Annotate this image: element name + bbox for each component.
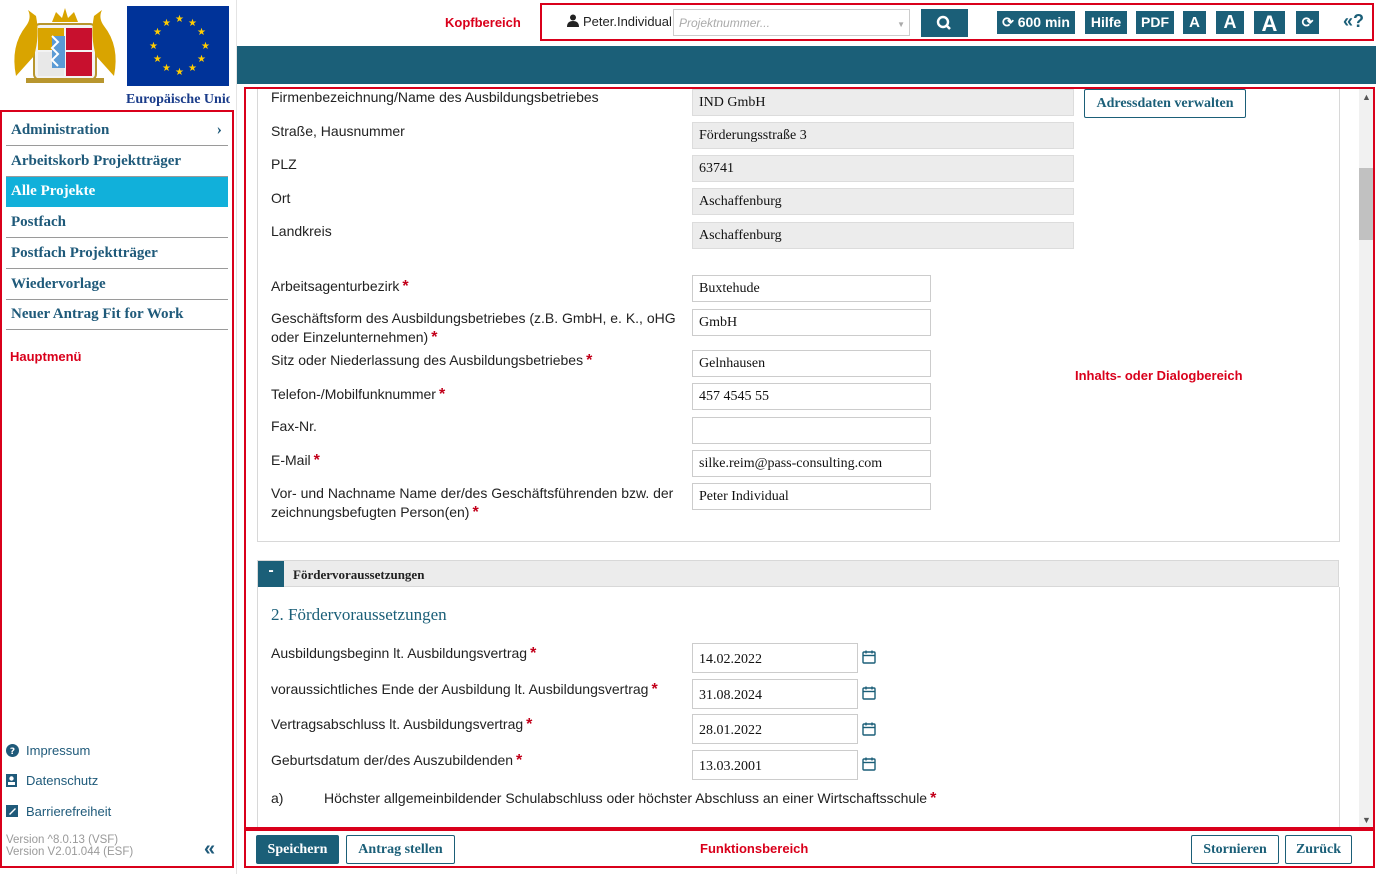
sidebar-item-label: Postfach Projektträger (11, 245, 158, 261)
chevron-down-icon: ▼ (897, 20, 905, 29)
sidebar-item-label: Postfach (11, 214, 66, 230)
content-annotation-frame (244, 87, 1375, 829)
sidebar-item-postfach[interactable]: Postfach (6, 208, 228, 238)
refresh-icon: ⟳ (1301, 14, 1314, 30)
header-annotation: Kopfbereich (445, 15, 521, 30)
sidebar-item-label: Alle Projekte (11, 183, 96, 199)
sidebar-item-label: Neuer Antrag Fit for Work (11, 306, 184, 322)
user-badge-icon (6, 774, 17, 787)
navigation-bar (237, 46, 1376, 84)
svg-text:★: ★ (162, 18, 171, 29)
sidebar-item-label: Arbeitskorb Projektträger (11, 153, 182, 169)
svg-text:★: ★ (153, 27, 162, 38)
sidebar-item-arbeitskorb[interactable]: Arbeitskorb Projektträger (6, 147, 228, 177)
function-annotation: Funktionsbereich (700, 841, 809, 856)
svg-text:★: ★ (175, 67, 184, 78)
pdf-button[interactable]: PDF (1136, 11, 1174, 34)
help-toggle-icon[interactable]: «? (1343, 11, 1364, 32)
header: Kopfbereich Peter.Individual Projektnumm… (237, 0, 1376, 46)
sidebar-item-postfach-projekttraeger[interactable]: Postfach Projektträger (6, 239, 228, 269)
session-timer-button[interactable]: ⟳ 600 min (997, 11, 1075, 34)
svg-text:?: ? (10, 747, 15, 757)
reset-font-button[interactable]: ⟳ (1296, 11, 1319, 34)
font-size-small-button[interactable]: A (1183, 11, 1206, 34)
sidebar-item-neuer-antrag[interactable]: Neuer Antrag Fit for Work (6, 300, 228, 330)
collapse-sidebar-icon[interactable]: « (204, 838, 215, 861)
svg-text:★: ★ (162, 63, 171, 74)
version-info: Version ^8.0.13 (VSF) Version V2.01.044 … (6, 834, 134, 858)
search-button[interactable] (921, 9, 968, 37)
datenschutz-link[interactable]: Datenschutz (6, 773, 98, 788)
main-menu-annotation: Hauptmenü (10, 349, 82, 364)
user-display: Peter.Individual (567, 14, 672, 29)
barrierefreiheit-link[interactable]: Barrierefreiheit (6, 804, 111, 819)
project-number-input[interactable]: Projektnummer... ▼ (673, 9, 910, 36)
sidebar-item-alle-projekte[interactable]: Alle Projekte (6, 177, 228, 207)
svg-text:★: ★ (153, 54, 162, 65)
svg-text:★: ★ (149, 41, 158, 52)
sidebar-item-administration[interactable]: Administration › (6, 116, 228, 146)
logo-area: ★ ★ ★ ★ ★ ★ ★ ★ ★ ★ ★ ★ Europäische Union (6, 6, 230, 108)
submit-application-button[interactable]: Antrag stellen (346, 835, 455, 864)
user-icon (567, 14, 579, 27)
svg-text:★: ★ (188, 18, 197, 29)
font-size-medium-button[interactable]: A (1216, 11, 1244, 34)
svg-text:★: ★ (175, 14, 184, 25)
sidebar: ★ ★ ★ ★ ★ ★ ★ ★ ★ ★ ★ ★ Europäische Union Admini… (0, 0, 237, 874)
bavaria-coat-of-arms-logo (6, 6, 124, 86)
impressum-link[interactable]: ? Impressum (6, 743, 90, 758)
chevron-right-icon: › (216, 121, 222, 138)
help-button[interactable]: Hilfe (1085, 11, 1127, 34)
help-circle-icon: ? (6, 744, 19, 757)
refresh-icon: ⟳ (1002, 14, 1014, 30)
sidebar-item-label: Wiedervorlage (11, 276, 106, 292)
eu-text: Europäische Union (126, 92, 230, 107)
sidebar-item-wiedervorlage[interactable]: Wiedervorlage (6, 270, 228, 300)
save-button[interactable]: Speichern (256, 835, 339, 864)
svg-text:★: ★ (188, 63, 197, 74)
cancel-button[interactable]: Stornieren (1191, 835, 1279, 864)
back-button[interactable]: Zurück (1285, 835, 1352, 864)
svg-text:★: ★ (197, 27, 206, 38)
eu-flag-logo: ★ ★ ★ ★ ★ ★ ★ ★ ★ ★ ★ ★ (127, 6, 229, 86)
sidebar-item-label: Administration (11, 122, 110, 138)
search-icon (936, 15, 951, 30)
edit-square-icon (6, 805, 18, 817)
font-size-large-button[interactable]: A (1254, 11, 1285, 36)
svg-text:★: ★ (197, 54, 206, 65)
svg-text:★: ★ (201, 41, 210, 52)
